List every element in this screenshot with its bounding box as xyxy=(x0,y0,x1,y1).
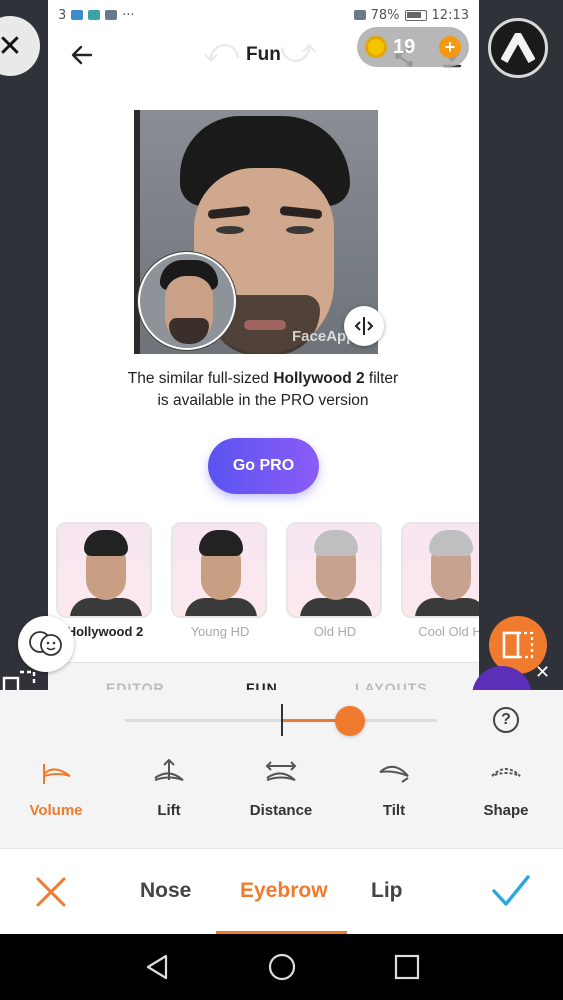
checkmark-icon[interactable] xyxy=(490,871,532,911)
help-icon[interactable]: ? xyxy=(493,707,519,733)
filter-thumb xyxy=(56,522,152,618)
tool-label: Volume xyxy=(29,802,83,819)
battery-icon xyxy=(404,9,427,21)
tool-label: Lift xyxy=(157,802,181,819)
lips xyxy=(244,320,286,330)
signal-icon xyxy=(353,10,366,20)
tab-editor[interactable]: EDITOR xyxy=(106,680,165,690)
shape-icon xyxy=(491,768,521,777)
app-screen: 3 ··· 78% 12:13 ⤺ Fun ⤻ FaceApp The simi… xyxy=(48,0,479,690)
eye-right xyxy=(286,226,314,234)
notification-icon xyxy=(105,10,118,20)
back-triangle-icon[interactable] xyxy=(142,952,172,982)
category-nose[interactable]: Nose xyxy=(140,879,191,903)
filter-carousel[interactable]: Hollywood 2 Young HD Old HD Cool Old H xyxy=(56,522,479,647)
edit-panel: ? Volume Lift Distance Tilt Shape xyxy=(0,690,563,848)
filter-label: Old HD xyxy=(313,624,357,639)
app-logo-icon[interactable] xyxy=(488,18,548,78)
filter-thumb xyxy=(286,522,382,618)
battery-percent: 78% xyxy=(370,7,400,23)
coin-balance[interactable]: 19 + xyxy=(357,27,469,67)
page-title: Fun xyxy=(246,44,281,65)
arrow-left-icon[interactable] xyxy=(68,42,96,70)
compare-split-button[interactable] xyxy=(344,306,384,346)
filter-thumb xyxy=(401,522,479,618)
lift-icon xyxy=(154,758,184,781)
notification-count: 3 xyxy=(58,7,67,23)
slider-handle[interactable] xyxy=(334,706,365,736)
filter-item[interactable]: Cool Old H xyxy=(401,522,479,639)
filter-item[interactable]: Young HD xyxy=(171,522,269,639)
pro-filter-name: Hollywood 2 xyxy=(273,370,365,387)
category-bar: Nose Eyebrow Lip xyxy=(0,848,563,934)
cancel-icon[interactable] xyxy=(34,875,68,909)
tilt-icon xyxy=(379,765,409,783)
volume-icon xyxy=(43,764,71,784)
tool-distance[interactable]: Distance xyxy=(236,758,326,819)
status-left: 3 ··· xyxy=(58,8,135,23)
tab-layouts[interactable]: LAYOUTS xyxy=(355,680,428,690)
tool-volume[interactable]: Volume xyxy=(11,758,101,819)
notification-icon xyxy=(71,10,84,20)
home-circle-icon[interactable] xyxy=(267,952,297,982)
original-photo-thumb[interactable] xyxy=(138,252,236,350)
filter-label: Young HD xyxy=(190,624,250,639)
crop-icon[interactable] xyxy=(2,670,38,692)
go-pro-button[interactable]: Go PRO xyxy=(208,438,319,494)
split-view-icon xyxy=(502,631,534,659)
filter-item[interactable]: Old HD xyxy=(286,522,384,639)
redo-icon[interactable]: ⤻ xyxy=(280,32,316,71)
undo-icon[interactable]: ⤺ xyxy=(203,32,239,71)
system-nav-bar xyxy=(0,934,563,1000)
filter-thumb xyxy=(171,522,267,618)
split-arrows-icon xyxy=(354,317,374,335)
tool-shape[interactable]: Shape xyxy=(461,758,551,819)
filter-label: Cool Old H xyxy=(418,624,479,639)
coin-icon xyxy=(365,36,387,58)
status-right: 78% 12:13 xyxy=(353,7,469,23)
eye-left xyxy=(216,226,244,234)
tool-label: Shape xyxy=(483,802,529,819)
tool-label: Tilt xyxy=(382,802,406,819)
pro-message-suffix: filter xyxy=(364,370,399,387)
clock: 12:13 xyxy=(431,7,469,23)
filter-item[interactable]: Hollywood 2 xyxy=(56,522,154,639)
status-bar: 3 ··· 78% 12:13 xyxy=(48,0,479,30)
add-coins-button[interactable]: + xyxy=(439,36,461,58)
notification-icon xyxy=(88,10,101,20)
beard xyxy=(169,318,209,344)
category-lip[interactable]: Lip xyxy=(371,879,403,903)
tab-fun[interactable]: FUN xyxy=(246,680,278,690)
distance-icon xyxy=(265,761,297,781)
close-icon[interactable]: ✕ xyxy=(0,16,40,76)
more-notifications-icon: ··· xyxy=(122,7,135,23)
tool-label: Distance xyxy=(249,802,313,819)
pro-message-line2: is available in the PRO version xyxy=(157,392,369,409)
category-eyebrow[interactable]: Eyebrow xyxy=(240,879,328,903)
face-select-icon[interactable] xyxy=(18,616,74,672)
pro-message-prefix: The similar full-sized xyxy=(127,370,274,387)
pro-message: The similar full-sized Hollywood 2 filte… xyxy=(88,368,438,412)
recents-square-icon[interactable] xyxy=(392,952,422,982)
tool-row: Volume Lift Distance Tilt Shape xyxy=(0,758,563,828)
tool-lift[interactable]: Lift xyxy=(124,758,214,819)
editor-tabs: EDITOR FUN LAYOUTS xyxy=(48,662,479,690)
coin-count: 19 xyxy=(393,35,416,58)
close-icon[interactable]: ✕ xyxy=(535,662,550,683)
slider-center-mark xyxy=(281,704,283,736)
tool-tilt[interactable]: Tilt xyxy=(349,758,439,819)
screen: 3 ··· 78% 12:13 ⤺ Fun ⤻ FaceApp The simi… xyxy=(0,0,563,1000)
